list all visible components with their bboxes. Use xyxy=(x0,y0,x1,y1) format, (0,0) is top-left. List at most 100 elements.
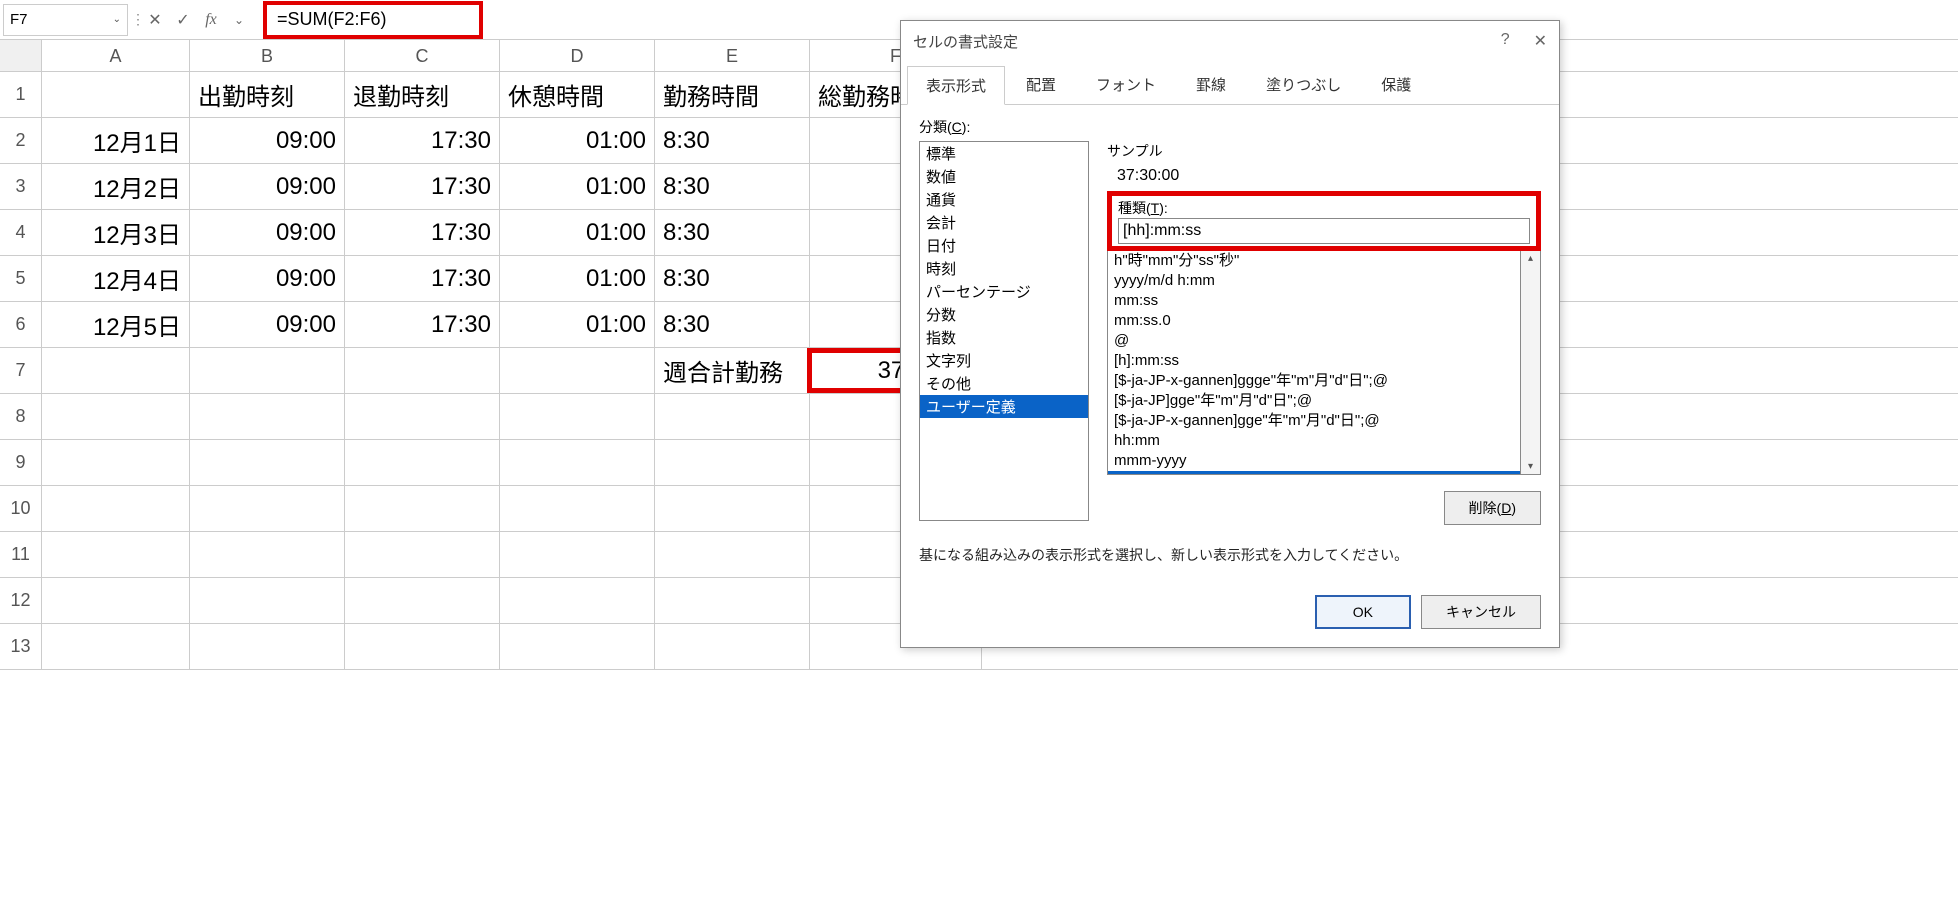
col-header-E[interactable]: E xyxy=(655,40,810,71)
cell[interactable]: 01:00 xyxy=(500,302,655,347)
type-item[interactable]: mm:ss xyxy=(1108,291,1520,311)
cell[interactable] xyxy=(190,394,345,439)
cell[interactable]: 01:00 xyxy=(500,164,655,209)
dialog-titlebar[interactable]: セルの書式設定 ? ✕ xyxy=(901,21,1559,61)
cell[interactable]: 17:30 xyxy=(345,302,500,347)
type-item[interactable]: h"時"mm"分"ss"秒" xyxy=(1108,251,1520,271)
cell[interactable] xyxy=(190,578,345,623)
cell[interactable] xyxy=(42,486,190,531)
cell[interactable] xyxy=(42,394,190,439)
cell[interactable]: 09:00 xyxy=(190,118,345,163)
tab-罫線[interactable]: 罫線 xyxy=(1177,65,1245,104)
cell[interactable] xyxy=(345,440,500,485)
row-header[interactable]: 10 xyxy=(0,486,42,531)
scroll-down-icon[interactable]: ▾ xyxy=(1528,461,1533,472)
cell[interactable]: 09:00 xyxy=(190,302,345,347)
cell[interactable]: 8:30 xyxy=(655,164,810,209)
cell[interactable] xyxy=(42,578,190,623)
scroll-up-icon[interactable]: ▴ xyxy=(1528,253,1533,264)
cell[interactable]: 01:00 xyxy=(500,256,655,301)
cancel-button[interactable]: キャンセル xyxy=(1421,595,1541,629)
select-all-corner[interactable] xyxy=(0,40,42,71)
row-header[interactable]: 6 xyxy=(0,302,42,347)
cell[interactable]: 8:30 xyxy=(655,118,810,163)
insert-function-icon[interactable]: fx xyxy=(197,11,225,29)
type-input[interactable] xyxy=(1118,218,1530,244)
category-item[interactable]: 標準 xyxy=(920,142,1088,165)
cell[interactable] xyxy=(42,440,190,485)
cell[interactable] xyxy=(500,440,655,485)
category-list[interactable]: 標準数値通貨会計日付時刻パーセンテージ分数指数文字列その他ユーザー定義 xyxy=(919,141,1089,521)
cell[interactable]: 09:00 xyxy=(190,256,345,301)
cell[interactable] xyxy=(190,348,345,393)
type-list[interactable]: h"時"mm"分"ss"秒"yyyy/m/d h:mmmm:ssmm:ss.0@… xyxy=(1107,251,1521,475)
row-header[interactable]: 8 xyxy=(0,394,42,439)
category-item[interactable]: 会計 xyxy=(920,211,1088,234)
cell[interactable]: 17:30 xyxy=(345,256,500,301)
category-item[interactable]: 通貨 xyxy=(920,188,1088,211)
cell[interactable]: 17:30 xyxy=(345,164,500,209)
row-header[interactable]: 3 xyxy=(0,164,42,209)
cell[interactable] xyxy=(190,624,345,669)
cell[interactable] xyxy=(345,532,500,577)
cell[interactable]: 8:30 xyxy=(655,210,810,255)
category-item[interactable]: パーセンテージ xyxy=(920,280,1088,303)
row-header[interactable]: 13 xyxy=(0,624,42,669)
type-item[interactable]: mmm-yyyy xyxy=(1108,451,1520,471)
cell[interactable] xyxy=(655,532,810,577)
row-header[interactable]: 7 xyxy=(0,348,42,393)
cell[interactable] xyxy=(655,394,810,439)
cell[interactable]: 12月5日 xyxy=(42,302,190,347)
cell[interactable] xyxy=(345,394,500,439)
col-header-C[interactable]: C xyxy=(345,40,500,71)
cell[interactable] xyxy=(345,624,500,669)
cell[interactable]: 01:00 xyxy=(500,118,655,163)
col-header-B[interactable]: B xyxy=(190,40,345,71)
cell[interactable]: 8:30 xyxy=(655,302,810,347)
category-item[interactable]: 数値 xyxy=(920,165,1088,188)
row-header[interactable]: 5 xyxy=(0,256,42,301)
type-item[interactable]: [$-ja-JP-x-gannen]ggge"年"m"月"d"日";@ xyxy=(1108,371,1520,391)
cell[interactable] xyxy=(500,578,655,623)
type-item[interactable]: [$-ja-JP]gge"年"m"月"d"日";@ xyxy=(1108,391,1520,411)
type-item[interactable]: @ xyxy=(1108,331,1520,351)
cell[interactable] xyxy=(500,348,655,393)
help-icon[interactable]: ? xyxy=(1501,31,1510,51)
cell-header[interactable]: 休憩時間 xyxy=(500,72,655,117)
tab-塗りつぶし[interactable]: 塗りつぶし xyxy=(1247,65,1360,104)
name-box-dropdown-icon[interactable]: ⌄ xyxy=(113,14,121,25)
tab-保護[interactable]: 保護 xyxy=(1362,65,1430,104)
cell[interactable]: 12月1日 xyxy=(42,118,190,163)
cell[interactable] xyxy=(345,578,500,623)
cell[interactable] xyxy=(42,72,190,117)
row-header[interactable]: 1 xyxy=(0,72,42,117)
delete-format-button[interactable]: 削除(D) xyxy=(1444,491,1541,525)
cell[interactable] xyxy=(42,624,190,669)
cell-header[interactable]: 出勤時刻 xyxy=(190,72,345,117)
cell[interactable]: 8:30 xyxy=(655,256,810,301)
type-item[interactable]: yyyy/m/d h:mm xyxy=(1108,271,1520,291)
cell[interactable] xyxy=(190,440,345,485)
cell[interactable] xyxy=(345,486,500,531)
cell[interactable] xyxy=(190,486,345,531)
ok-button[interactable]: OK xyxy=(1315,595,1411,629)
cell[interactable] xyxy=(345,348,500,393)
cell[interactable] xyxy=(655,578,810,623)
cell[interactable]: 09:00 xyxy=(190,164,345,209)
cell[interactable]: 12月3日 xyxy=(42,210,190,255)
category-item[interactable]: 時刻 xyxy=(920,257,1088,280)
cell[interactable] xyxy=(655,624,810,669)
row-header[interactable]: 9 xyxy=(0,440,42,485)
tab-フォント[interactable]: フォント xyxy=(1077,65,1175,104)
category-item[interactable]: 指数 xyxy=(920,326,1088,349)
type-item[interactable]: [h]:mm:ss xyxy=(1108,351,1520,371)
cell[interactable]: 01:00 xyxy=(500,210,655,255)
row-header[interactable]: 2 xyxy=(0,118,42,163)
type-item[interactable]: [$-ja-JP-x-gannen]gge"年"m"月"d"日";@ xyxy=(1108,411,1520,431)
cell[interactable] xyxy=(42,532,190,577)
cell[interactable] xyxy=(655,440,810,485)
enter-formula-icon[interactable]: ✓ xyxy=(169,10,197,30)
category-item[interactable]: 日付 xyxy=(920,234,1088,257)
cell[interactable]: 17:30 xyxy=(345,118,500,163)
category-item[interactable]: ユーザー定義 xyxy=(920,395,1088,418)
